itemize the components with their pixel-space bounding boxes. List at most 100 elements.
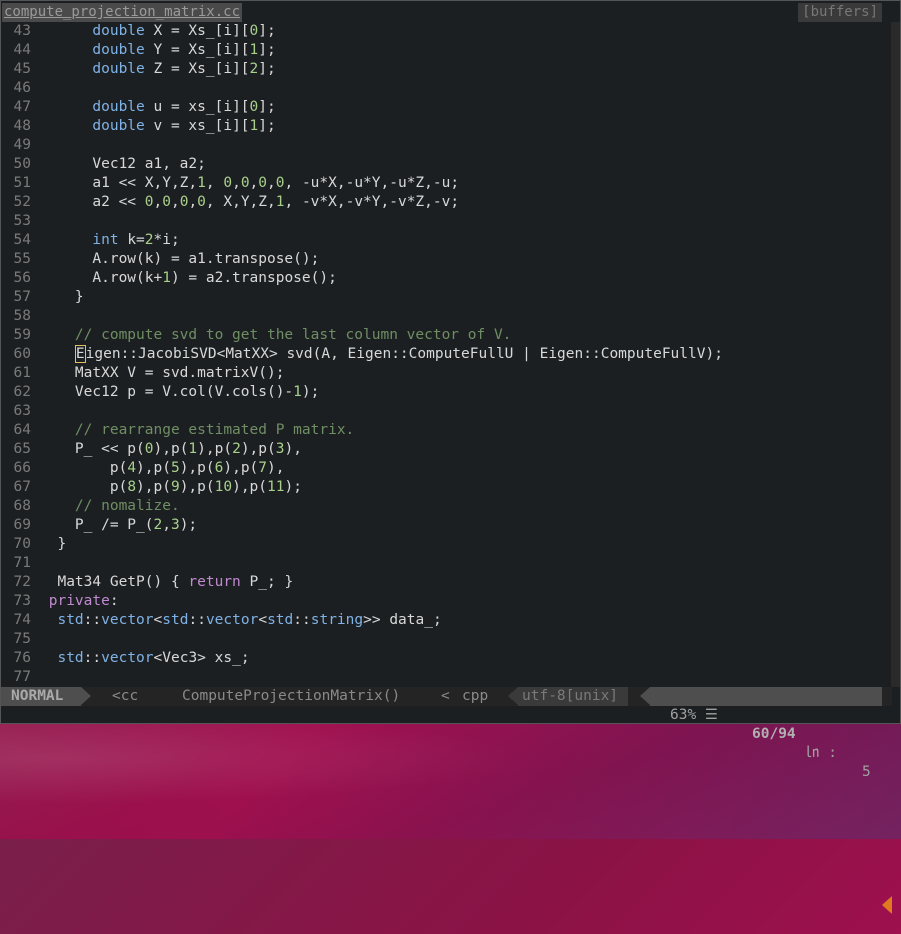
line-number: 59: [13, 327, 31, 343]
line-number: 48: [13, 118, 31, 134]
code-line[interactable]: 60 Eigen::JacobiSVD<MatXX> svd(A, Eigen:…: [1, 345, 892, 364]
line-number: 46: [13, 80, 31, 96]
line-number: 50: [13, 156, 31, 172]
code-token: igen::JacobiSVD<MatXX> svd(A, Eigen::Com…: [85, 346, 723, 362]
code-token: ),p(: [232, 479, 268, 495]
code-line[interactable]: 47 double u = xs_[i][0];: [1, 98, 892, 117]
powerline-separator-icon: [508, 687, 518, 705]
code-line[interactable]: 63: [1, 402, 892, 421]
code-token: 7: [258, 460, 268, 476]
code-token: 0: [223, 175, 233, 191]
code-token: // compute svd to get the last column ve…: [74, 327, 512, 343]
code-token: :: [109, 593, 119, 609]
code-token: ];: [258, 61, 276, 77]
code-token: ),p(: [136, 479, 171, 495]
code-line[interactable]: 65 P_ << p(0),p(1),p(2),p(3),: [1, 440, 892, 459]
code-line[interactable]: 72 Mat34 GetP() { return P_; }: [1, 573, 892, 592]
code-token: Z = Xs_[i][: [144, 61, 250, 77]
code-line[interactable]: 51 a1 << X,Y,Z,1, 0,0,0,0, -u*X,-u*Y,-u*…: [1, 174, 892, 193]
code-token: ),p(: [197, 441, 233, 457]
line-number: 72: [13, 574, 31, 590]
code-line[interactable]: 77: [1, 668, 892, 687]
line-number: 49: [13, 137, 31, 153]
code-line[interactable]: 55 A.row(k) = a1.transpose();: [1, 250, 892, 269]
code-token: P_ << p(: [40, 441, 145, 457]
code-line[interactable]: 76 std::vector<Vec3> xs_;: [1, 649, 892, 668]
tab-buffers[interactable]: [buffers]: [798, 3, 882, 22]
code-line[interactable]: 50 Vec12 a1, a2;: [1, 155, 892, 174]
code-line[interactable]: 74 std::vector<std::vector<std::string>>…: [1, 611, 892, 630]
text-cursor: E: [74, 345, 86, 363]
code-token: std: [57, 650, 84, 666]
terminal-window[interactable]: compute_projection_matrix.cc [buffers] 4…: [0, 0, 901, 914]
code-line[interactable]: 73 private:: [1, 592, 892, 611]
code-token: );: [301, 384, 320, 400]
code-line[interactable]: 68 // nomalize.: [1, 497, 892, 516]
line-number: 70: [13, 536, 31, 552]
code-token: *i;: [153, 232, 180, 248]
code-token: p(: [40, 479, 128, 495]
code-token: std: [57, 612, 84, 628]
line-number: 58: [13, 308, 31, 324]
line-number: 53: [13, 213, 31, 229]
code-line[interactable]: 44 double Y = Xs_[i][1];: [1, 41, 892, 60]
powerline-separator-icon: [640, 687, 650, 705]
code-line[interactable]: 75: [1, 630, 892, 649]
code-token: ::: [83, 650, 102, 666]
code-line[interactable]: 48 double v = xs_[i][1];: [1, 117, 892, 136]
warning-indicator-icon: [882, 896, 892, 915]
code-line[interactable]: 43 double X = Xs_[i][0];: [1, 22, 892, 41]
code-token: 1: [188, 441, 198, 457]
code-line[interactable]: 71: [1, 554, 892, 573]
code-line[interactable]: 56 A.row(k+1) = a2.transpose();: [1, 269, 892, 288]
code-line[interactable]: 61 MatXX V = svd.matrixV();: [1, 364, 892, 383]
code-token: int: [92, 232, 119, 248]
code-line[interactable]: 46: [1, 79, 892, 98]
code-token: 0: [162, 194, 171, 210]
code-token: 0: [258, 175, 268, 191]
code-editor[interactable]: 43 double X = Xs_[i][0]; 44 double Y = Xs…: [1, 22, 892, 687]
code-token: ),p(: [179, 460, 215, 476]
code-token: 1: [197, 175, 206, 191]
code-token: ,: [170, 194, 180, 210]
code-token: double: [92, 99, 145, 115]
scrollbar[interactable]: [891, 22, 900, 687]
tab-active-file[interactable]: compute_projection_matrix.cc: [2, 3, 243, 22]
code-line[interactable]: 62 Vec12 p = V.col(V.cols()-1);: [1, 383, 892, 402]
code-line[interactable]: 45 double Z = Xs_[i][2];: [1, 60, 892, 79]
chevron-left-icon: <: [441, 688, 450, 704]
code-token: ::: [293, 612, 311, 628]
code-token: MatXX V = svd.matrixV();: [40, 365, 285, 381]
line-number: 52: [13, 194, 31, 210]
code-line[interactable]: 70 }: [1, 535, 892, 554]
code-line[interactable]: 59 // compute svd to get the last column…: [1, 326, 892, 345]
code-line[interactable]: 67 p(8),p(9),p(10),p(11);: [1, 478, 892, 497]
code-line[interactable]: 52 a2 << 0,0,0,0, X,Y,Z,1, -v*X,-v*Y,-v*…: [1, 193, 892, 212]
code-token: vector: [101, 612, 154, 628]
column-label: ㏑ :: [805, 745, 837, 761]
status-line: NORMAL <cc ComputeProjectionMatrix() < c…: [1, 687, 892, 914]
line-number: 62: [13, 384, 31, 400]
code-line[interactable]: 57 }: [1, 288, 892, 307]
line-number: 77: [13, 669, 31, 685]
code-token: P_ /= P_(: [40, 517, 154, 533]
code-token: ,: [249, 175, 259, 191]
code-token: A.row(k+: [40, 270, 163, 286]
code-line[interactable]: 58: [1, 307, 892, 326]
code-line[interactable]: 69 P_ /= P_(2,3);: [1, 516, 892, 535]
code-line[interactable]: 54 int k=2*i;: [1, 231, 892, 250]
code-line[interactable]: 53: [1, 212, 892, 231]
code-token: return: [188, 574, 241, 590]
code-token: double: [92, 118, 145, 134]
filetype: cpp: [462, 688, 489, 704]
code-line[interactable]: 49: [1, 136, 892, 155]
code-token: 2: [153, 517, 163, 533]
code-line[interactable]: 66 p(4),p(5),p(6),p(7),: [1, 459, 892, 478]
powerline-separator-icon: [81, 687, 91, 705]
line-number: 67: [13, 479, 31, 495]
code-line[interactable]: 64 // rearrange estimated P matrix.: [1, 421, 892, 440]
line-number: 47: [13, 99, 31, 115]
